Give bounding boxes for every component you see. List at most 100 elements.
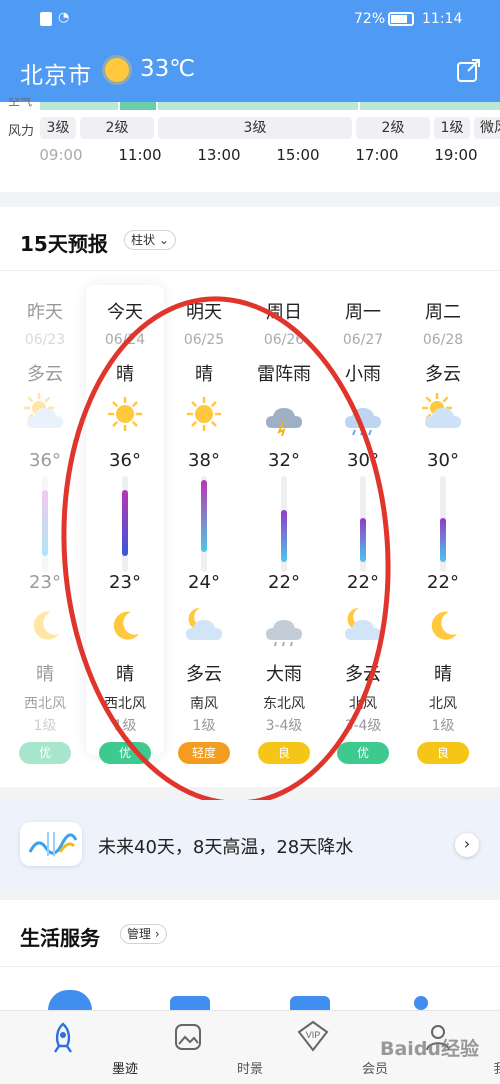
city-name[interactable]: 北京市	[20, 56, 92, 90]
wind-direction: 西北风	[104, 696, 146, 712]
day-condition: 多云	[27, 364, 63, 385]
hour-time: 13:00	[197, 146, 241, 164]
date-label: 06/23	[24, 332, 66, 348]
wind-level: 微风	[474, 117, 500, 139]
chevron-right-icon: ›	[154, 927, 160, 941]
service-icon-3[interactable]	[290, 996, 330, 1010]
svg-text:VIP: VIP	[306, 1030, 321, 1040]
manage-button[interactable]: 管理 ›	[120, 924, 167, 944]
wind-direction: 南风	[190, 696, 218, 712]
day-condition: 小雨	[345, 364, 381, 385]
high-temp: 30°	[427, 450, 459, 471]
trend-chart-icon	[20, 822, 82, 866]
high-temp: 36°	[29, 450, 61, 471]
night-condition: 晴	[116, 664, 134, 685]
divider	[0, 270, 500, 271]
cloud-moon-icon	[186, 607, 222, 640]
temp-range-bar	[122, 490, 128, 556]
wind-level: 1级	[33, 718, 57, 734]
sun-icon	[105, 58, 129, 82]
clock: 11:14	[422, 11, 463, 27]
battery-percent: 72%	[354, 11, 386, 27]
wind-level: 1级	[434, 117, 470, 139]
day-condition: 多云	[425, 364, 461, 385]
temp-range-bar	[201, 480, 207, 552]
view-toggle[interactable]: 柱状 ⌄	[124, 230, 176, 250]
aqi-badge: 优	[337, 742, 389, 764]
thunder-icon	[266, 408, 302, 436]
aqi-badge: 良	[258, 742, 310, 764]
chevron-down-icon: ⌄	[158, 233, 169, 247]
service-icon-4[interactable]	[414, 996, 428, 1010]
air-label: 空气	[8, 98, 33, 108]
night-condition: 多云	[186, 664, 222, 685]
date-label: 06/28	[422, 332, 464, 348]
battery-icon	[388, 12, 414, 26]
day-label: 明天	[186, 302, 222, 323]
hour-time: 09:00	[39, 146, 83, 164]
day-condition: 雷阵雨	[257, 364, 311, 385]
date-label: 06/24	[104, 332, 146, 348]
night-condition: 多云	[345, 664, 381, 685]
calendar-icon[interactable]	[170, 996, 210, 1010]
hour-time: 17:00	[355, 146, 399, 164]
view-toggle-label: 柱状	[131, 233, 156, 247]
share-icon[interactable]	[456, 57, 482, 83]
aqi-badge: 优	[19, 742, 71, 764]
status-bar: ◔ 72% 11:14	[0, 0, 500, 38]
date-label: 06/26	[263, 332, 305, 348]
cloud-moon-icon	[345, 607, 381, 640]
sun-icon	[186, 396, 222, 432]
day-label: 今天	[107, 302, 143, 323]
chevron-right-icon[interactable]: ›	[455, 833, 479, 857]
wind-level: 1级	[431, 718, 455, 734]
vip-icon: VIP	[297, 1020, 329, 1052]
wind-direction: 北风	[349, 696, 377, 712]
temp-range-bar	[281, 510, 287, 562]
watermark: Baidu经验	[380, 1038, 479, 1060]
current-temp: 33℃	[140, 56, 196, 82]
divider	[0, 966, 500, 967]
hour-time: 15:00	[276, 146, 320, 164]
low-temp: 23°	[109, 572, 141, 593]
wind-level: 2级	[356, 117, 430, 139]
high-temp: 38°	[188, 450, 220, 471]
wind-level: 3级	[158, 117, 352, 139]
sun-icon	[107, 396, 143, 432]
low-temp: 22°	[268, 572, 300, 593]
moon-icon	[431, 611, 457, 640]
wind-level: 1级	[192, 718, 216, 734]
tab-shijing[interactable]: 时景	[125, 1010, 263, 1084]
life-services-title: 生活服务	[20, 926, 100, 950]
temp-range-bar	[360, 518, 366, 562]
day-label: 周日	[266, 302, 302, 323]
wind-level: 3级	[40, 117, 76, 139]
wind-label: 风力	[8, 124, 35, 139]
aqi-badge: 优	[99, 742, 151, 764]
tab-moji[interactable]: 墨迹	[0, 1010, 138, 1084]
moon-icon	[33, 611, 59, 640]
air-quality-bar	[40, 102, 500, 110]
high-temp: 36°	[109, 450, 141, 471]
wifi-icon: ◔	[58, 10, 70, 25]
low-temp: 22°	[427, 572, 459, 593]
wind-level: 3-4级	[344, 718, 382, 734]
wind-level: 3-4级	[265, 718, 303, 734]
rain-icon	[345, 408, 381, 436]
rain-cloud-icon	[266, 620, 302, 647]
hour-time: 19:00	[434, 146, 478, 164]
day-label: 昨天	[27, 302, 63, 323]
tab-member[interactable]: VIP 会员	[250, 1010, 388, 1084]
day-condition: 晴	[195, 364, 213, 385]
day-label: 周二	[425, 302, 461, 323]
high-temp: 32°	[268, 450, 300, 471]
temp-range-bar	[42, 490, 48, 556]
forecast-title: 15天预报	[20, 232, 108, 256]
night-condition: 大雨	[266, 664, 302, 685]
hour-time: 11:00	[118, 146, 162, 164]
low-temp: 23°	[29, 572, 61, 593]
long-range-text: 未来40天，8天高温，28天降水	[98, 837, 354, 858]
cloud-sun-icon	[23, 392, 63, 428]
night-condition: 晴	[36, 664, 54, 685]
rocket-icon	[54, 1022, 72, 1053]
